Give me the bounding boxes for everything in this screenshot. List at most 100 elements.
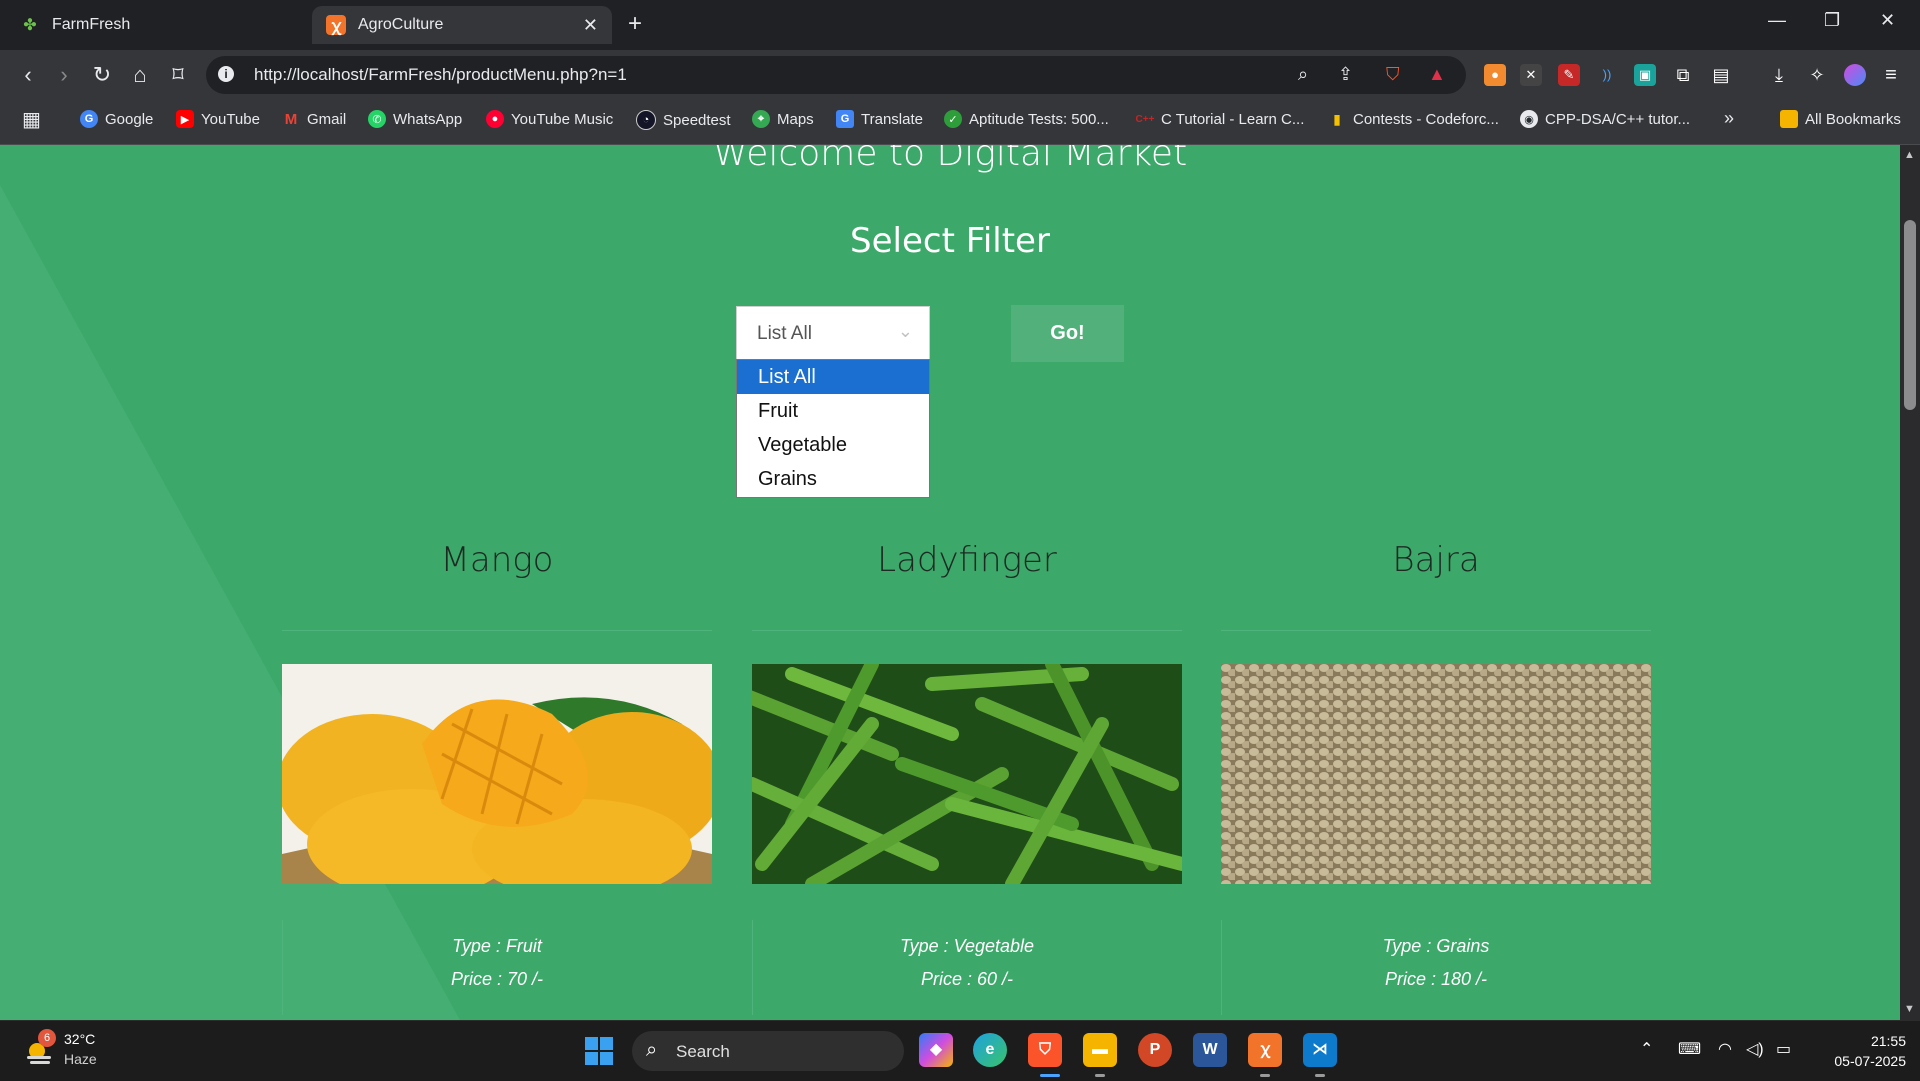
xampp-icon: ꭓ xyxy=(326,15,346,35)
vscode-icon[interactable]: ⋊ xyxy=(1303,1033,1337,1067)
bookmark-speedtest[interactable]: ◔ Speedtest xyxy=(636,110,731,130)
zoom-icon[interactable]: ⌕ xyxy=(1298,64,1308,85)
downloads-icon[interactable]: ⤓ xyxy=(1768,64,1790,86)
youtube-music-icon: ● xyxy=(486,110,504,128)
scroll-down-icon[interactable]: ▼ xyxy=(1904,1003,1915,1015)
product-price: Price : 60 /- xyxy=(920,969,1014,989)
profile-avatar[interactable] xyxy=(1844,64,1866,86)
close-window-icon[interactable]: ✕ xyxy=(1880,10,1895,31)
bookmark-cpp-dsa[interactable]: ◉ CPP-DSA/C++ tutor... xyxy=(1520,110,1690,128)
bookmark-google[interactable]: G Google xyxy=(80,110,153,128)
address-bar[interactable]: i http://localhost/FarmFresh/productMenu… xyxy=(206,56,1466,94)
powerpoint-icon[interactable]: P xyxy=(1138,1033,1172,1067)
running-indicator xyxy=(1315,1074,1325,1077)
divider xyxy=(282,630,712,631)
running-indicator xyxy=(1260,1074,1270,1077)
volume-icon[interactable]: ◁) xyxy=(1746,1039,1764,1059)
extension-pdf-icon[interactable]: ✎ xyxy=(1558,64,1580,86)
share-icon[interactable]: ⇪ xyxy=(1338,64,1353,85)
xampp-taskbar-icon[interactable]: ꭓ xyxy=(1248,1033,1282,1067)
leo-ai-icon[interactable]: ✧ xyxy=(1806,64,1828,86)
gmail-icon: M xyxy=(284,110,298,128)
forward-icon[interactable]: › xyxy=(50,62,78,88)
battery-icon[interactable]: ▭ xyxy=(1776,1039,1791,1059)
bajra-image[interactable] xyxy=(1221,664,1651,884)
weather-desc[interactable]: Haze xyxy=(64,1051,97,1067)
clock[interactable]: 21:55 05-07-2025 xyxy=(1810,1031,1906,1071)
show-hidden-icons[interactable]: ⌃ xyxy=(1640,1039,1653,1059)
product-type: Type : Fruit xyxy=(452,936,542,956)
scroll-up-icon[interactable]: ▲ xyxy=(1904,149,1915,161)
option-list-all[interactable]: List All xyxy=(737,360,929,394)
filter-heading: Select Filter xyxy=(850,221,1050,261)
brave-rewards-icon[interactable]: ▲ xyxy=(1428,64,1446,85)
mango-image[interactable] xyxy=(282,664,712,884)
bookmark-codeforces[interactable]: ▮ Contests - Codeforc... xyxy=(1328,110,1499,128)
go-button[interactable]: Go! xyxy=(1011,305,1124,362)
close-tab-icon[interactable]: ✕ xyxy=(583,15,598,36)
bookmark-whatsapp[interactable]: ✆ WhatsApp xyxy=(368,110,462,128)
page-viewport: Welcome to Digital Market Select Filter … xyxy=(0,145,1900,1020)
product-name: Mango xyxy=(440,540,554,580)
brave-icon[interactable]: ⛉ xyxy=(1028,1033,1062,1067)
option-vegetable[interactable]: Vegetable xyxy=(737,428,929,462)
file-explorer-icon[interactable]: ▬ xyxy=(1083,1033,1117,1067)
page-scrollbar[interactable]: ▲ ▼ xyxy=(1900,145,1920,1020)
tab-strip: ✤ FarmFresh ꭓ AgroCulture ✕ + — ❐ ✕ xyxy=(0,0,1920,50)
github-icon: ◉ xyxy=(1520,110,1538,128)
minimize-icon[interactable]: — xyxy=(1768,10,1786,31)
extension-voice-icon[interactable]: )) xyxy=(1596,64,1618,86)
windows-start-icon[interactable] xyxy=(584,1036,614,1066)
bookmark-youtube-music[interactable]: ● YouTube Music xyxy=(486,110,613,128)
scroll-thumb[interactable] xyxy=(1904,220,1916,410)
background-diagonal-shape xyxy=(0,185,460,1020)
translate-icon: G xyxy=(836,110,854,128)
sidebar-icon[interactable]: ▤ xyxy=(1710,64,1732,86)
extension-json-icon[interactable]: ▣ xyxy=(1634,64,1656,86)
bookmark-youtube[interactable]: ▶ YouTube xyxy=(176,110,260,128)
navigation-bar: ‹ › ↻ ⌂ ⌑ i http://localhost/FarmFresh/p… xyxy=(0,50,1920,100)
word-icon[interactable]: W xyxy=(1193,1033,1227,1067)
home-icon[interactable]: ⌂ xyxy=(126,62,154,88)
bookmark-aptitude[interactable]: ✓ Aptitude Tests: 500... xyxy=(944,110,1109,128)
bookmark-translate[interactable]: G Translate xyxy=(836,110,923,128)
tab-agroculture[interactable]: ꭓ AgroCulture ✕ xyxy=(312,6,612,44)
more-bookmarks-icon[interactable]: » xyxy=(1724,108,1734,129)
tab-title: AgroCulture xyxy=(358,16,444,33)
product-card-mango: Mango Type : Fruit Price : 70 /- xyxy=(282,540,712,1015)
ladyfinger-image[interactable] xyxy=(752,664,1182,884)
menu-icon[interactable]: ≡ xyxy=(1880,64,1902,86)
extension-icon[interactable]: ● xyxy=(1484,64,1506,86)
option-grains[interactable]: Grains xyxy=(737,462,929,496)
apps-grid-icon[interactable]: ▦ xyxy=(22,107,41,132)
restore-icon[interactable]: ❐ xyxy=(1824,10,1840,31)
brave-shields-icon[interactable]: ⛉ xyxy=(1386,64,1400,85)
weather-temp[interactable]: 32°C xyxy=(64,1031,95,1047)
wifi-icon[interactable]: ◠ xyxy=(1718,1039,1732,1059)
keyboard-icon[interactable]: ⌨ xyxy=(1678,1039,1701,1059)
option-fruit[interactable]: Fruit xyxy=(737,394,929,428)
product-meta: Type : Vegetable Price : 60 /- xyxy=(752,930,1182,996)
extension-x-icon[interactable]: ✕ xyxy=(1520,64,1542,86)
copilot-icon[interactable]: ◆ xyxy=(919,1033,953,1067)
url-text[interactable]: http://localhost/FarmFresh/productMenu.p… xyxy=(254,65,627,85)
new-tab-button[interactable]: + xyxy=(628,10,642,38)
bookmark-gmail[interactable]: M Gmail xyxy=(282,110,346,128)
back-icon[interactable]: ‹ xyxy=(14,62,42,88)
bookmark-maps[interactable]: ⌖ Maps xyxy=(752,110,814,128)
reload-icon[interactable]: ↻ xyxy=(88,62,116,88)
tab-farmfresh[interactable]: ✤ FarmFresh xyxy=(6,6,306,44)
product-price: Price : 70 /- xyxy=(450,969,544,989)
site-info-icon[interactable]: i xyxy=(218,66,234,82)
bookmark-c-tutorial[interactable]: C++ C Tutorial - Learn C... xyxy=(1136,110,1305,128)
tab-title: FarmFresh xyxy=(52,16,131,33)
all-bookmarks[interactable]: All Bookmarks xyxy=(1780,110,1901,128)
bookmark-icon[interactable]: ⌑ xyxy=(164,62,192,88)
edge-icon[interactable]: e xyxy=(973,1033,1007,1067)
maps-pin-icon: ⌖ xyxy=(752,110,770,128)
extensions-puzzle-icon[interactable]: ⧉ xyxy=(1672,64,1694,86)
taskbar-search[interactable]: ⌕ Search xyxy=(632,1031,904,1071)
filter-dropdown: List All Fruit Vegetable Grains xyxy=(736,359,930,498)
youtube-icon: ▶ xyxy=(176,110,194,128)
filter-select[interactable]: List All ⌄ xyxy=(736,306,930,360)
